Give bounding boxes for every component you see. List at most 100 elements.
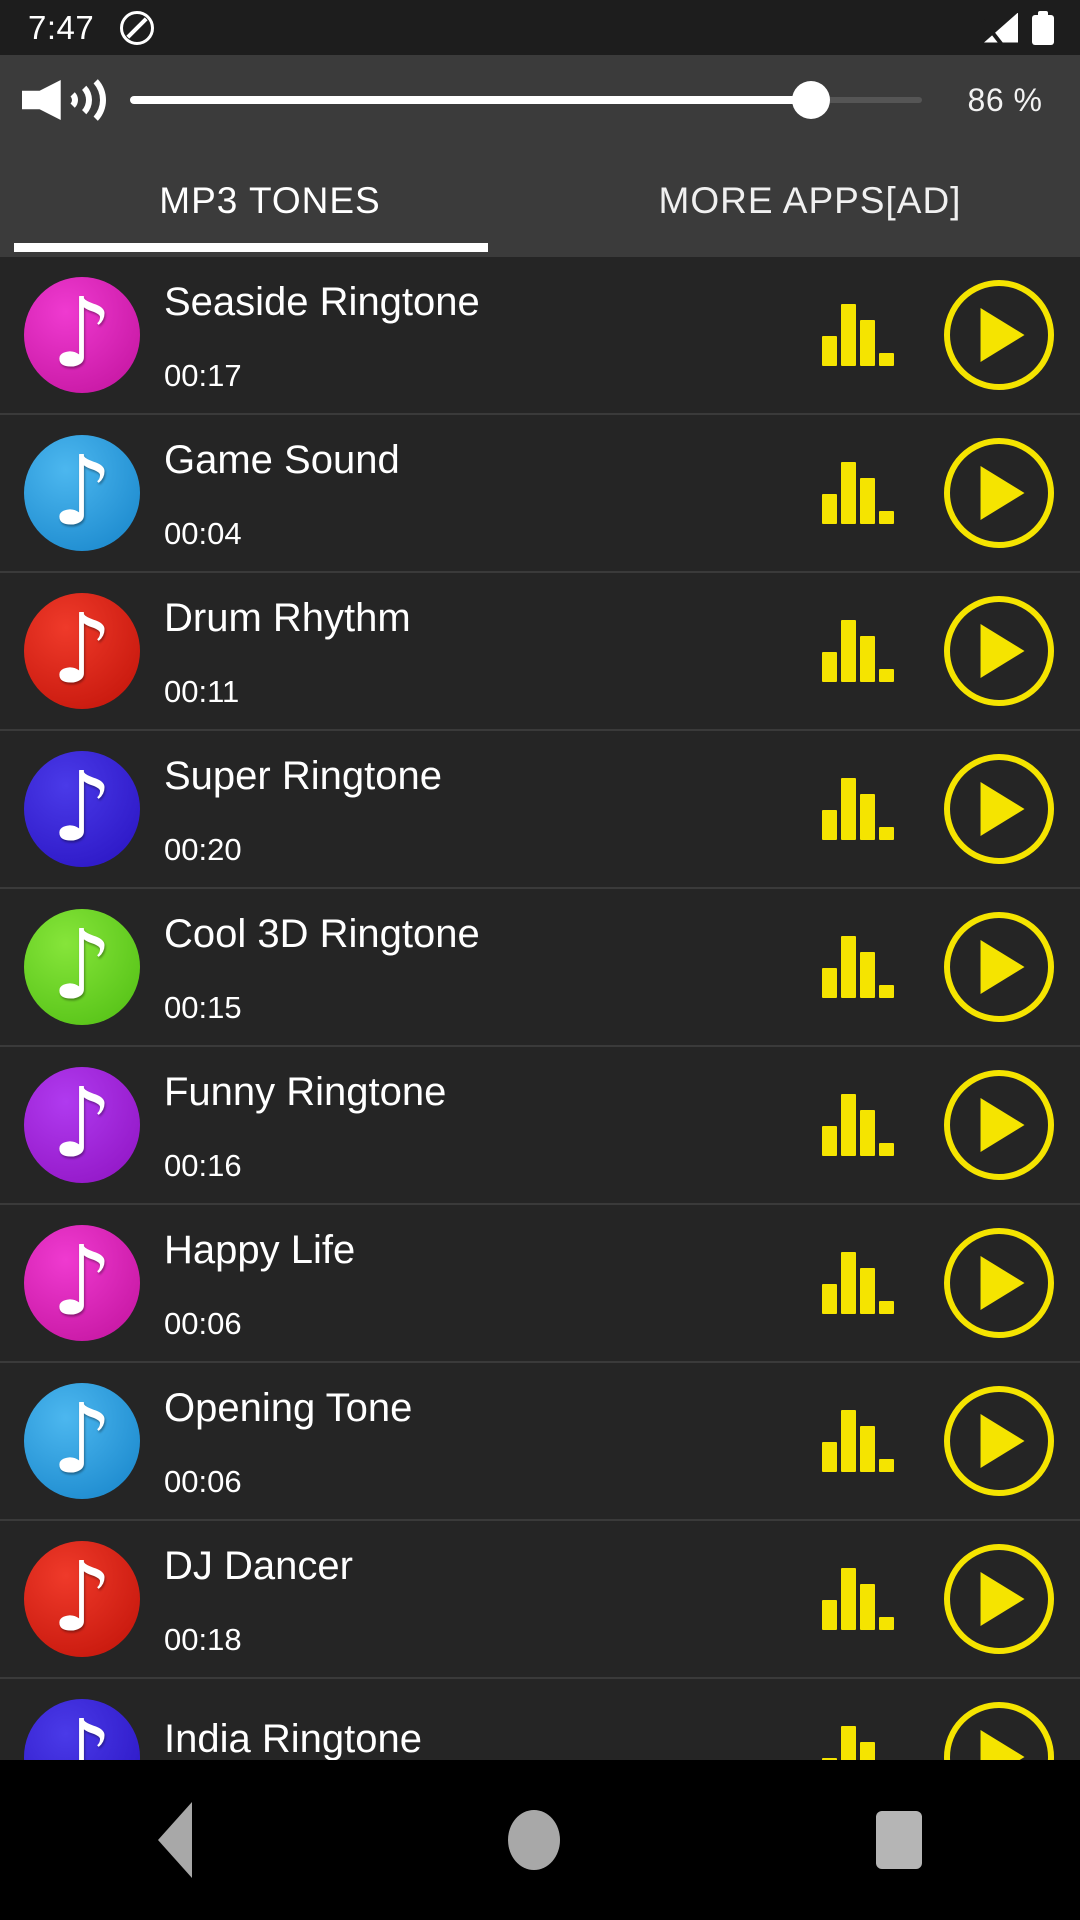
equalizer-bars-icon[interactable] [822,620,894,682]
list-item-title: Funny Ringtone [164,1069,447,1114]
music-note-icon: ♪ [24,1225,140,1341]
music-note-glyph: ♪ [51,1067,113,1180]
music-note-glyph: ♪ [51,909,113,1022]
recents-square-icon[interactable] [876,1811,922,1869]
list-item[interactable]: ♪ Drum Rhythm 00:11 [0,573,1080,731]
music-note-icon: ♪ [24,751,140,867]
equalizer-bars-icon[interactable] [822,304,894,366]
list-item-duration: 00:11 [164,673,240,709]
list-item-meta: Funny Ringtone 00:16 [164,1067,822,1183]
equalizer-bars-icon[interactable] [822,1094,894,1156]
list-item[interactable]: ♪ Funny Ringtone 00:16 [0,1047,1080,1205]
list-item-duration: 00:16 [164,1147,242,1183]
music-note-icon: ♪ [24,593,140,709]
list-item-title: DJ Dancer [164,1543,353,1588]
music-note-icon: ♪ [24,435,140,551]
play-circle-icon[interactable] [944,596,1054,706]
tab-active-indicator [14,243,488,252]
volume-bar: 86 % [0,55,1080,145]
tab-mp3-tones[interactable]: MP3 TONES [0,145,540,257]
back-triangle-icon[interactable] [158,1802,192,1878]
equalizer-bars-icon[interactable] [822,1726,892,1760]
equalizer-bars-icon[interactable] [822,462,894,524]
play-circle-icon[interactable] [944,754,1054,864]
list-item-title: Game Sound [164,437,400,482]
status-bar: 7:47 [0,0,1080,55]
list-item-duration: 00:18 [164,1621,242,1657]
music-note-icon: ♪ [24,277,140,393]
list-item-duration: 00:15 [164,989,242,1025]
list-item-meta: Happy Life 00:06 [164,1225,822,1341]
list-item-meta: Cool 3D Ringtone 00:15 [164,909,822,1025]
list-item-duration: 00:17 [164,357,242,393]
home-circle-icon[interactable] [508,1810,560,1870]
list-item-meta: Game Sound 00:04 [164,435,822,551]
play-circle-icon[interactable] [944,1386,1054,1496]
music-note-icon: ♪ [24,1541,140,1657]
music-note-icon: ♪ [24,909,140,1025]
list-item-meta: Super Ringtone 00:20 [164,751,822,867]
music-note-glyph: ♪ [51,1699,113,1760]
music-note-icon: ♪ [24,1699,140,1760]
play-circle-icon[interactable] [944,1070,1054,1180]
list-item[interactable]: ♪ Cool 3D Ringtone 00:15 [0,889,1080,1047]
list-item[interactable]: ♪ India Ringtone [0,1679,1080,1760]
play-circle-icon[interactable] [944,1544,1054,1654]
volume-slider-fill [130,96,812,104]
android-navigation-bar [0,1760,1080,1920]
status-bar-icons [981,10,1054,45]
equalizer-bars-icon[interactable] [822,936,894,998]
list-item-title: Cool 3D Ringtone [164,911,480,956]
list-item[interactable]: ♪ DJ Dancer 00:18 [0,1521,1080,1679]
list-item[interactable]: ♪ Opening Tone 00:06 [0,1363,1080,1521]
list-item-title: Seaside Ringtone [164,279,480,324]
play-circle-icon[interactable] [944,1228,1054,1338]
music-note-glyph: ♪ [51,435,113,548]
volume-percent-label: 86 % [967,81,1043,118]
list-item-duration: 00:04 [164,515,242,551]
list-item-meta: Seaside Ringtone 00:17 [164,277,822,393]
list-item-title: Opening Tone [164,1385,413,1430]
signal-no-service-icon [981,12,1018,45]
volume-slider[interactable] [130,75,922,125]
list-item[interactable]: ♪ Super Ringtone 00:20 [0,731,1080,889]
list-item[interactable]: ♪ Game Sound 00:04 [0,415,1080,573]
speaker-volume-icon[interactable] [16,69,106,131]
tab-more-apps[interactable]: MORE APPS[AD] [540,145,1080,257]
tab-mp3-tones-label: MP3 TONES [159,180,381,221]
equalizer-bars-icon[interactable] [822,1410,894,1472]
list-item-title: Drum Rhythm [164,595,411,640]
music-note-glyph: ♪ [51,1225,113,1338]
list-item-duration: 00:20 [164,831,242,867]
list-item[interactable]: ♪ Happy Life 00:06 [0,1205,1080,1363]
volume-slider-thumb[interactable] [792,81,831,119]
music-note-glyph: ♪ [51,277,113,390]
list-item-duration: 00:06 [164,1305,242,1341]
battery-full-icon [1032,10,1054,45]
list-item-duration: 00:06 [164,1463,242,1499]
play-circle-icon[interactable] [944,438,1054,548]
play-circle-icon[interactable] [944,1702,1054,1760]
list-item-meta: Opening Tone 00:06 [164,1383,822,1499]
ringtone-list[interactable]: ♪ Seaside Ringtone 00:17 ♪ Game Sound 00:04 ♪ D… [0,257,1080,1760]
music-note-glyph: ♪ [51,593,113,706]
list-item-meta: DJ Dancer 00:18 [164,1541,822,1657]
tab-bar: MP3 TONES MORE APPS[AD] [0,145,1080,257]
list-item-meta: Drum Rhythm 00:11 [164,593,822,709]
music-note-glyph: ♪ [51,751,113,864]
list-item-title: Happy Life [164,1227,356,1272]
play-circle-icon[interactable] [944,912,1054,1022]
play-circle-icon[interactable] [944,280,1054,390]
music-note-icon: ♪ [24,1067,140,1183]
music-note-icon: ♪ [24,1383,140,1499]
equalizer-bars-icon[interactable] [822,778,894,840]
status-bar-clock: 7:47 [28,8,95,46]
list-item[interactable]: ♪ Seaside Ringtone 00:17 [0,257,1080,415]
equalizer-bars-icon[interactable] [822,1252,894,1314]
list-item-title: India Ringtone [164,1717,422,1760]
equalizer-bars-icon[interactable] [822,1568,894,1630]
list-item-meta: India Ringtone [164,1699,822,1760]
tab-more-apps-label: MORE APPS[AD] [658,180,962,221]
do-not-disturb-icon [120,10,155,45]
music-note-glyph: ♪ [51,1383,113,1496]
